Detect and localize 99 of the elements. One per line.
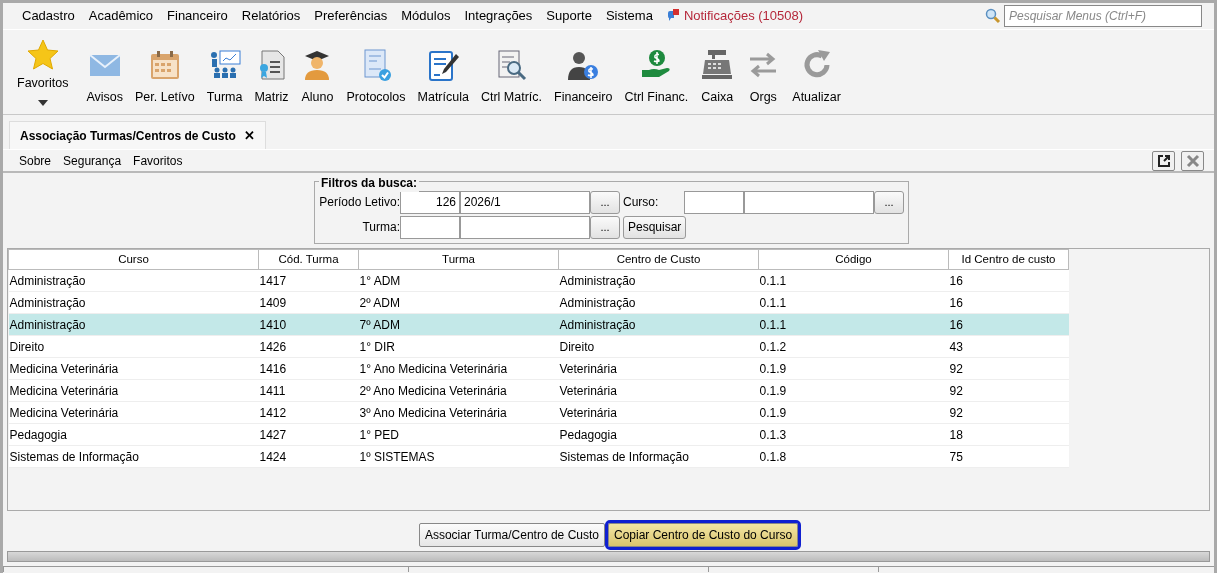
horizontal-scrollbar[interactable] bbox=[7, 551, 1210, 562]
close-icon bbox=[1185, 153, 1200, 168]
close-button[interactable]: ✕ bbox=[243, 125, 255, 146]
toolbar-button[interactable]: Turma bbox=[200, 38, 249, 107]
menu-item[interactable]: Favoritos bbox=[127, 151, 189, 170]
caret-icon bbox=[37, 99, 48, 106]
menu-item[interactable]: Suporte bbox=[539, 6, 599, 26]
table-cell: 0.1.3 bbox=[758, 423, 949, 446]
course-field[interactable] bbox=[744, 190, 874, 214]
table-cell: 2º Ano Medicina Veterinária bbox=[358, 379, 559, 402]
field-label: Período Letivo: bbox=[318, 194, 400, 211]
star-icon bbox=[25, 38, 60, 72]
table-cell: 0.1.9 bbox=[758, 401, 949, 424]
table-cell: 0.1.2 bbox=[758, 335, 949, 358]
toolbar-button[interactable]: Aluno bbox=[294, 38, 341, 107]
menu-item[interactable]: Relatórios bbox=[234, 6, 308, 26]
column-header[interactable]: Turma bbox=[358, 249, 559, 270]
table-cell: 0.1.1 bbox=[758, 291, 949, 314]
external-link-icon bbox=[1156, 153, 1171, 168]
table-cell: 0.1.8 bbox=[758, 445, 949, 468]
toolbar-button[interactable]: Matrícula bbox=[411, 38, 475, 107]
table-cell: 0.1.9 bbox=[758, 357, 949, 380]
lookup-button[interactable]: ... bbox=[590, 190, 620, 214]
field-label: Curso: bbox=[622, 194, 660, 211]
table-cell: Medicina Veterinária bbox=[8, 357, 259, 380]
table-cell: 7º ADM bbox=[358, 313, 559, 336]
toolbar-button[interactable]: Protocolos bbox=[340, 38, 412, 107]
table-cell: Administração bbox=[8, 269, 259, 292]
toolbar-button[interactable]: Caixa bbox=[694, 38, 741, 107]
action-button[interactable]: Copiar Centro de Custo do Curso bbox=[608, 523, 799, 547]
table-cell: Medicina Veterinária bbox=[8, 401, 259, 424]
column-header[interactable]: Centro de Custo bbox=[558, 249, 759, 270]
contract-icon bbox=[426, 48, 461, 82]
table-cell: Pedagogia bbox=[558, 423, 759, 446]
tab-title: Associação Turmas/Centros de Custo bbox=[20, 127, 236, 145]
table-cell: Veterinária bbox=[558, 357, 759, 380]
toolbar-button[interactable]: Matriz bbox=[248, 38, 295, 107]
tab[interactable]: Associação Turmas/Centros de Custo ✕ bbox=[9, 121, 266, 149]
menu-item[interactable]: Segurança bbox=[57, 151, 128, 170]
table-cell: Administração bbox=[8, 291, 259, 314]
table-cell: 0.1.1 bbox=[758, 269, 949, 292]
toolbar-button[interactable]: Avisos bbox=[80, 38, 129, 107]
table-cell: 0.1.9 bbox=[758, 379, 949, 402]
table-cell: Direito bbox=[8, 335, 259, 358]
code-field[interactable] bbox=[400, 215, 460, 239]
toolbar-button[interactable]: Ctrl Matríc. bbox=[474, 38, 549, 107]
table-cell: 1° ADM bbox=[358, 269, 559, 292]
search-button[interactable]: Pesquisar bbox=[623, 215, 687, 239]
menu-item[interactable]: Sistema bbox=[598, 6, 660, 26]
class-field[interactable] bbox=[460, 215, 590, 239]
cash-register-icon bbox=[700, 48, 735, 82]
action-button[interactable]: Associar Turma/Centro de Custo bbox=[418, 523, 605, 547]
table-cell: 1º SISTEMAS bbox=[358, 445, 559, 468]
toolbar-button[interactable]: Financeiro bbox=[548, 38, 619, 107]
column-header[interactable]: Curso bbox=[8, 249, 259, 270]
notifications-link[interactable]: Notificações (10508) bbox=[683, 6, 804, 26]
table-cell: 0.1.1 bbox=[758, 313, 949, 336]
table-cell: Veterinária bbox=[558, 401, 759, 424]
table-cell: Direito bbox=[558, 335, 759, 358]
code-field[interactable] bbox=[684, 190, 744, 214]
table-cell: 1° PED bbox=[358, 423, 559, 446]
toolbar-button[interactable]: Ctrl Financ. bbox=[618, 38, 695, 107]
table-cell: 1° Ano Medicina Veterinária bbox=[358, 357, 559, 380]
table-cell: 3º Ano Medicina Veterinária bbox=[358, 401, 559, 424]
table-cell: Sistemas de Informação bbox=[558, 445, 759, 468]
field-label: Turma: bbox=[361, 219, 400, 236]
period-field[interactable]: 2026/1 bbox=[460, 190, 590, 214]
toolbar-button[interactable]: Orgs bbox=[740, 38, 787, 107]
menu-item[interactable]: Preferências bbox=[307, 6, 395, 26]
column-header[interactable]: Id Centro de custo bbox=[948, 249, 1069, 270]
table-cell: Administração bbox=[558, 313, 759, 336]
toolbar-button[interactable]: Favoritos bbox=[11, 38, 75, 112]
toolbar-button[interactable]: Atualizar bbox=[786, 38, 847, 107]
table-cell: Administração bbox=[558, 269, 759, 292]
table-cell: Administração bbox=[558, 291, 759, 314]
menu-item[interactable]: Financeiro bbox=[160, 6, 235, 26]
popout-button[interactable] bbox=[1152, 150, 1175, 171]
table-cell: Pedagogia bbox=[8, 423, 259, 446]
menu-item[interactable]: Módulos bbox=[394, 6, 458, 26]
lookup-button[interactable]: ... bbox=[874, 190, 904, 214]
menu-item[interactable]: Integrações bbox=[457, 6, 540, 26]
column-header[interactable]: Cód. Turma bbox=[258, 249, 359, 270]
table-cell: 2º ADM bbox=[358, 291, 559, 314]
close-button[interactable] bbox=[1181, 150, 1204, 171]
table-cell: Administração bbox=[8, 313, 259, 336]
menu-item[interactable]: Sobre bbox=[13, 151, 58, 170]
search-icon bbox=[985, 8, 1001, 24]
lookup-button[interactable]: ... bbox=[590, 215, 620, 239]
table-cell: Medicina Veterinária bbox=[8, 379, 259, 402]
code-field[interactable]: 126 bbox=[400, 190, 460, 214]
table-cell: Sistemas de Informação bbox=[8, 445, 259, 468]
menu-item[interactable]: Acadêmico bbox=[81, 6, 161, 26]
column-header[interactable]: Código bbox=[758, 249, 949, 270]
table-cell: Veterinária bbox=[558, 379, 759, 402]
menu-item[interactable]: Cadastro bbox=[15, 6, 82, 26]
menu-search-field[interactable]: Pesquisar Menus (Ctrl+F) bbox=[1004, 5, 1202, 27]
table-cell: 1° DIR bbox=[358, 335, 559, 358]
notification-icon bbox=[665, 9, 680, 23]
toolbar-button[interactable]: Per. Letívo bbox=[129, 38, 201, 107]
